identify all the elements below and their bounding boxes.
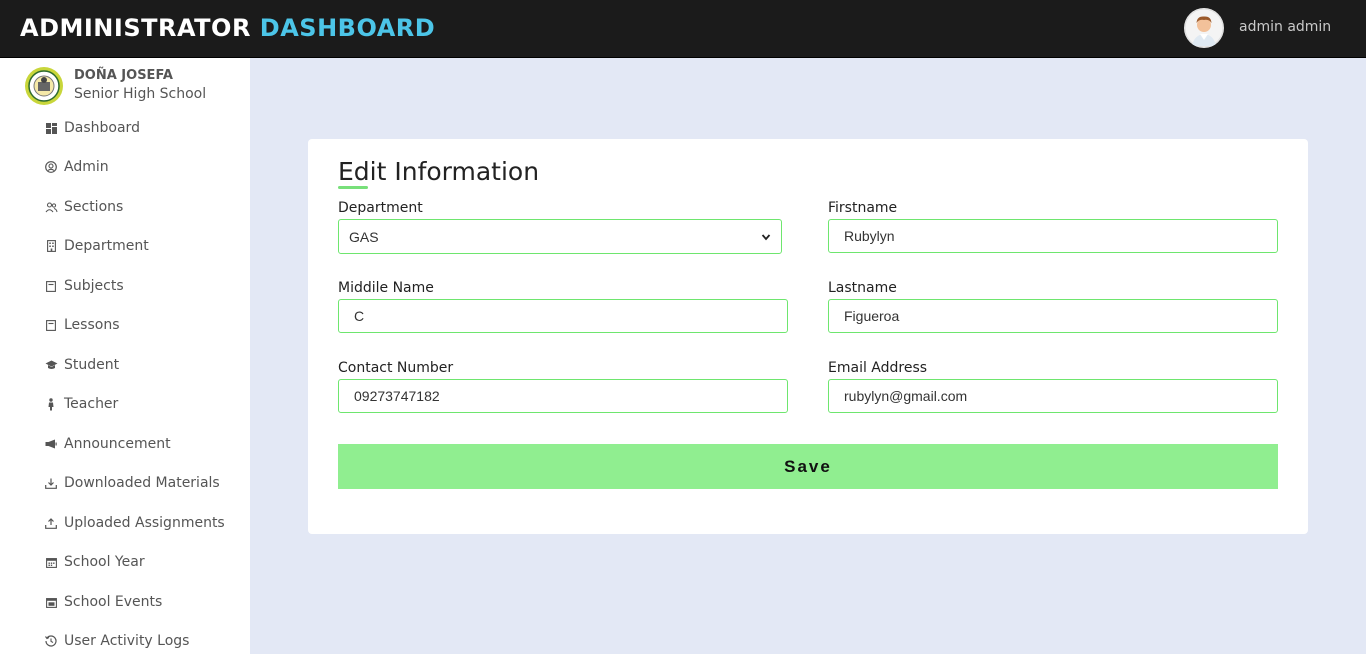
sidebar-item-label: Uploaded Assignments — [64, 515, 225, 531]
calendar-icon — [44, 555, 58, 569]
sidebar-item-announcement[interactable]: Announcement — [44, 432, 171, 456]
sidebar-item-uploaded-assignments[interactable]: Uploaded Assignments — [44, 511, 225, 535]
contact-number-label: Contact Number — [338, 360, 454, 376]
avatar[interactable] — [1184, 8, 1224, 48]
sidebar-item-label: User Activity Logs — [64, 633, 190, 649]
sidebar-item-user-activity-logs[interactable]: User Activity Logs — [44, 629, 189, 653]
book-icon — [44, 318, 58, 332]
person-icon — [44, 397, 58, 411]
sidebar-item-teacher[interactable]: Teacher — [44, 392, 118, 416]
sidebar-item-school-events[interactable]: School Events — [44, 590, 162, 614]
sidebar-item-label: Announcement — [64, 436, 171, 452]
middle-name-label: Middile Name — [338, 280, 434, 296]
sidebar-item-label: Student — [64, 357, 120, 373]
middle-name-input[interactable] — [338, 299, 788, 333]
page-title: Edit Information — [338, 157, 540, 186]
school-logo — [24, 66, 64, 106]
sidebar-item-label: Subjects — [64, 278, 124, 294]
brand-accent: DASHBOARD — [259, 14, 436, 42]
department-select[interactable]: GAS — [338, 219, 782, 254]
firstname-label: Firstname — [828, 200, 898, 216]
title-underline — [338, 186, 368, 189]
school-name-line2: Senior High School — [74, 86, 207, 102]
history-icon — [44, 634, 58, 648]
sidebar-item-subjects[interactable]: Subjects — [44, 274, 124, 298]
school-name-line1: DOÑA JOSEFA — [74, 68, 173, 83]
upload-icon — [44, 516, 58, 530]
school-seal-icon — [25, 67, 63, 105]
sidebar-item-lessons[interactable]: Lessons — [44, 313, 120, 337]
edit-information-card: Edit Information Department GAS Firstnam… — [308, 139, 1308, 534]
sidebar-item-admin[interactable]: Admin — [44, 155, 109, 179]
department-selected-value: GAS — [349, 228, 379, 245]
building-icon — [44, 239, 58, 253]
sidebar-item-label: Dashboard — [64, 120, 140, 136]
firstname-input[interactable] — [828, 219, 1278, 253]
email-label: Email Address — [828, 360, 928, 376]
user-avatar-icon — [1184, 8, 1224, 48]
sidebar-item-label: Lessons — [64, 317, 120, 333]
chevron-down-icon — [761, 233, 771, 240]
sidebar-item-dashboard[interactable]: Dashboard — [44, 116, 140, 140]
sidebar-item-school-year[interactable]: School Year — [44, 550, 145, 574]
sidebar-item-department[interactable]: Department — [44, 234, 149, 258]
sidebar-item-downloaded-materials[interactable]: Downloaded Materials — [44, 471, 220, 495]
users-icon — [44, 200, 58, 214]
graduation-cap-icon — [44, 358, 58, 372]
user-circle-icon — [44, 160, 58, 174]
sidebar-item-sections[interactable]: Sections — [44, 195, 123, 219]
user-name[interactable]: admin admin — [1239, 19, 1331, 35]
sidebar-item-label: Sections — [64, 199, 124, 215]
lastname-input[interactable] — [828, 299, 1278, 333]
sidebar-item-label: Admin — [64, 159, 109, 175]
dashboard-title: ADMINISTRATOR DASHBOARD — [20, 14, 435, 42]
contact-number-input[interactable] — [338, 379, 788, 413]
department-label: Department — [338, 200, 423, 216]
book-icon — [44, 279, 58, 293]
sidebar-item-label: Department — [64, 238, 149, 254]
sidebar-item-label: Downloaded Materials — [64, 475, 220, 491]
megaphone-icon — [44, 437, 58, 451]
sidebar-item-label: School Events — [64, 594, 163, 610]
email-input[interactable] — [828, 379, 1278, 413]
sidebar: DOÑA JOSEFA Senior High School Dashboard… — [0, 58, 250, 654]
save-button[interactable]: Save — [338, 444, 1278, 489]
dashboard-icon — [44, 121, 58, 135]
school-name: DOÑA JOSEFA Senior High School — [74, 67, 206, 103]
sidebar-item-label: School Year — [64, 554, 145, 570]
top-navbar: ADMINISTRATOR DASHBOARD admin admin — [0, 0, 1366, 58]
calendar-event-icon — [44, 595, 58, 609]
brand-main: ADMINISTRATOR — [20, 14, 251, 42]
sidebar-item-student[interactable]: Student — [44, 353, 119, 377]
sidebar-item-label: Teacher — [64, 396, 119, 412]
lastname-label: Lastname — [828, 280, 897, 296]
download-icon — [44, 476, 58, 490]
